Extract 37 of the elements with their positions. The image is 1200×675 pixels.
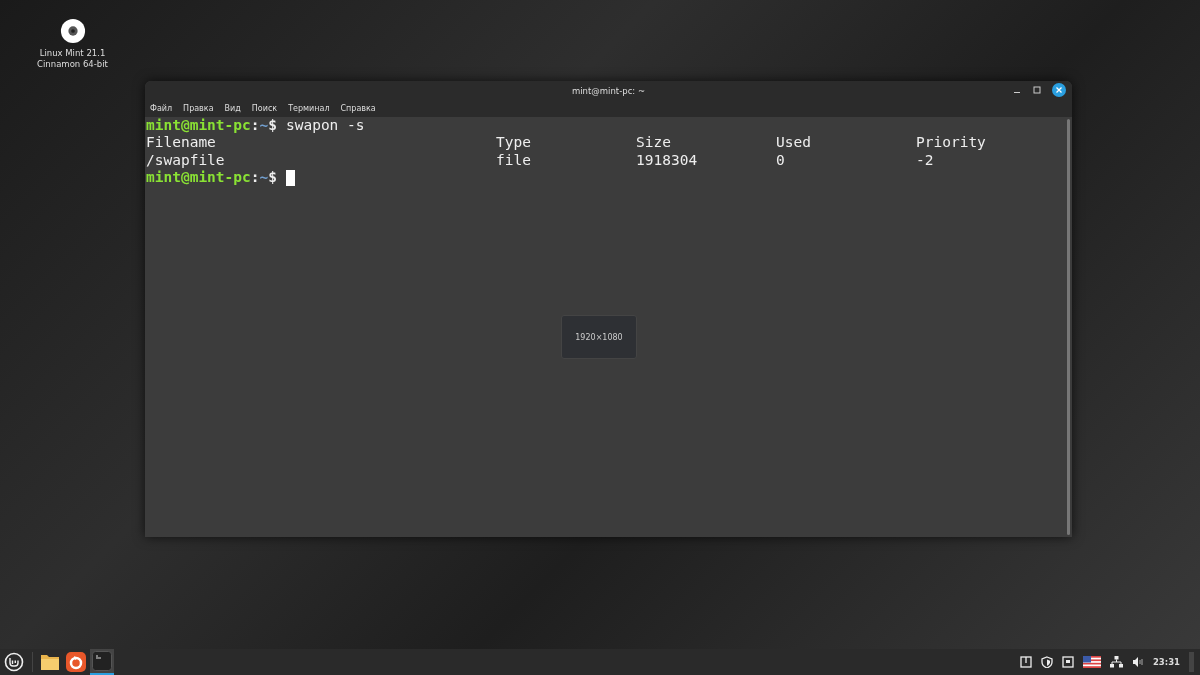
menu-item[interactable]: Правка — [183, 104, 214, 113]
menu-item[interactable]: Справка — [340, 104, 376, 113]
network-icon[interactable] — [1109, 656, 1123, 668]
browser-icon — [66, 652, 86, 672]
output-text: 1918304 — [636, 151, 699, 170]
menu-item[interactable]: Терминал — [288, 104, 330, 113]
flag-icon[interactable] — [1082, 656, 1101, 668]
output-text: Filename — [146, 134, 217, 152]
maximize-icon[interactable] — [1032, 85, 1042, 95]
folder-icon — [40, 653, 60, 671]
update-icon[interactable] — [1061, 656, 1074, 668]
menu-item[interactable]: Поиск — [251, 104, 278, 113]
shield-icon[interactable] — [1040, 656, 1053, 668]
menu-item[interactable]: Вид — [224, 104, 241, 113]
output-text: Used — [776, 134, 812, 152]
close-icon[interactable] — [1052, 83, 1066, 97]
output-text: Size — [636, 134, 672, 152]
output-text: Type — [496, 134, 532, 152]
output-text: Priority — [916, 134, 987, 152]
output-text: 0 — [776, 151, 786, 170]
prompt-text: mint@mint-pc:~$ — [146, 117, 277, 135]
output-text: -2 — [916, 151, 935, 170]
taskbar-app[interactable] — [64, 649, 88, 675]
output-text: /swapfile — [146, 151, 226, 170]
volume-icon[interactable] — [1131, 656, 1144, 668]
command-text: swapon -s — [285, 117, 365, 135]
clock[interactable]: 23:31 — [1152, 657, 1180, 667]
output-text: file — [496, 151, 532, 170]
disc-icon[interactable] — [59, 18, 86, 44]
terminal-icon — [92, 651, 112, 671]
menu-icon[interactable] — [4, 652, 24, 672]
window-title: mint@mint-pc: ~ — [571, 85, 645, 96]
prompt-text: mint@mint-pc:~$ — [146, 169, 277, 187]
desktop-icon-label[interactable]: Linux Mint 21.1 Cinnamon 64-bit — [37, 48, 108, 71]
menu-item[interactable]: Файл — [150, 104, 173, 113]
clipboard-icon[interactable] — [1019, 656, 1032, 668]
resize-tooltip: 1920×1080 — [561, 315, 637, 359]
